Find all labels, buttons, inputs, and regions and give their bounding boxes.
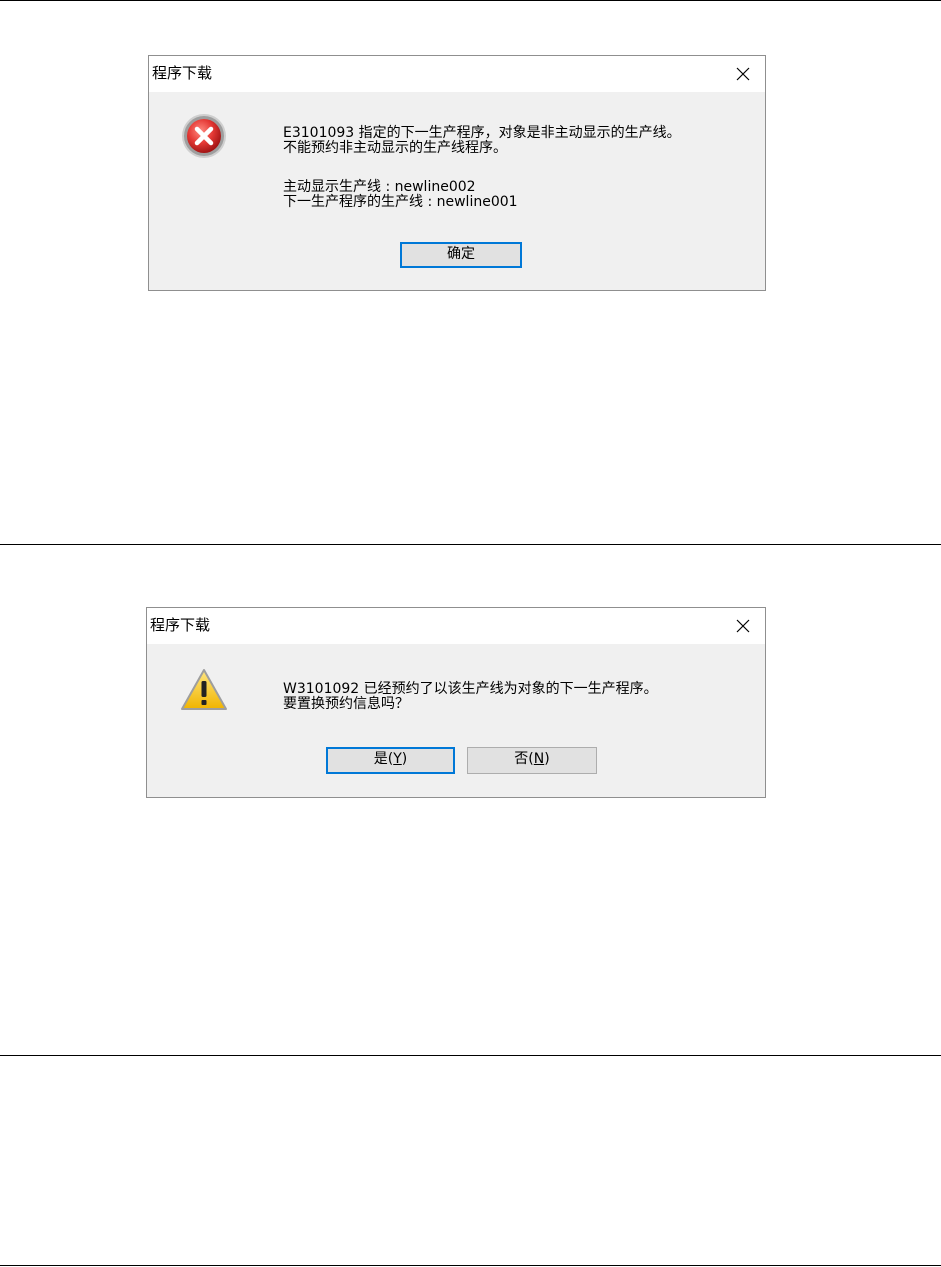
message-line: W3101092 已经预约了以该生产线为对象的下一生产程序。 [283, 681, 658, 697]
dialog-title: 程序下载 [152, 64, 213, 82]
separator-line [0, 0, 941, 1]
close-button[interactable] [721, 56, 765, 92]
yes-button-label: 是(Y) [373, 751, 408, 767]
message-line: 要置换预约信息吗？ [283, 696, 409, 712]
dialog-title: 程序下载 [150, 616, 211, 634]
no-button-label: 否(N) [514, 751, 550, 767]
dialog-titlebar: 程序下载 [147, 608, 765, 644]
message-line [283, 156, 681, 180]
dialog-titlebar: 程序下载 [149, 56, 765, 92]
ok-button[interactable]: 确定 [400, 242, 522, 268]
error-message: E3101093 指定的下一生产程序，对象是非主动显示的生产线。 不能预约非主动… [283, 126, 681, 210]
close-icon [736, 67, 750, 81]
close-icon [736, 619, 750, 633]
no-button[interactable]: 否(N) [467, 747, 597, 774]
separator-line [0, 544, 941, 545]
error-icon [182, 114, 226, 158]
message-line: 下一生产程序的生产线 : newline001 [283, 194, 518, 210]
message-line: 主动显示生产线 : newline002 [283, 179, 476, 195]
ok-button-label: 确定 [447, 246, 475, 262]
message-line: 不能预约非主动显示的生产线程序。 [283, 140, 507, 156]
yes-button[interactable]: 是(Y) [326, 747, 455, 774]
close-button[interactable] [721, 608, 765, 644]
warning-dialog: 程序下载 W3101092 已经预约了以该生产线为对象的下一生产程序。 要置换预… [146, 607, 766, 798]
separator-line [0, 1265, 941, 1266]
separator-line [0, 1055, 941, 1056]
message-line: E3101093 指定的下一生产程序，对象是非主动显示的生产线。 [283, 125, 681, 141]
warning-icon [181, 669, 227, 710]
warning-message: W3101092 已经预约了以该生产线为对象的下一生产程序。 要置换预约信息吗？ [283, 682, 658, 712]
error-dialog: 程序下载 E3101093 指定的下一生产程序，对象是非主动显示的生产线。 不能… [148, 55, 766, 291]
